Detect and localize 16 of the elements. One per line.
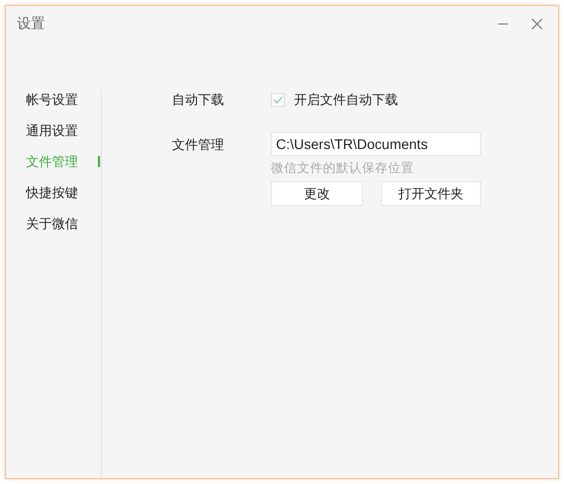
checkbox[interactable] [271, 93, 285, 107]
path-field[interactable]: C:\Users\TR\Documents [271, 132, 481, 156]
setting-label: 自动下载 [172, 91, 225, 109]
close-icon [531, 18, 543, 30]
selection-indicator [98, 156, 100, 167]
sidebar-item[interactable]: 通用设置 [26, 122, 78, 140]
action-button[interactable]: 更改 [271, 181, 363, 206]
window-title: 设置 [17, 15, 45, 33]
setting-label: 文件管理 [172, 136, 225, 154]
action-button[interactable]: 打开文件夹 [381, 181, 481, 206]
sidebar-item[interactable]: 帐号设置 [26, 90, 78, 108]
auto-download-checkbox[interactable]: 开启文件自动下载 [271, 91, 398, 109]
hint-text: 微信文件的默认保存位置 [271, 160, 415, 177]
checkmark-icon [272, 94, 284, 106]
sidebar-item[interactable]: 快捷按键 [26, 184, 78, 202]
sidebar-item[interactable]: 关于微信 [26, 214, 78, 232]
